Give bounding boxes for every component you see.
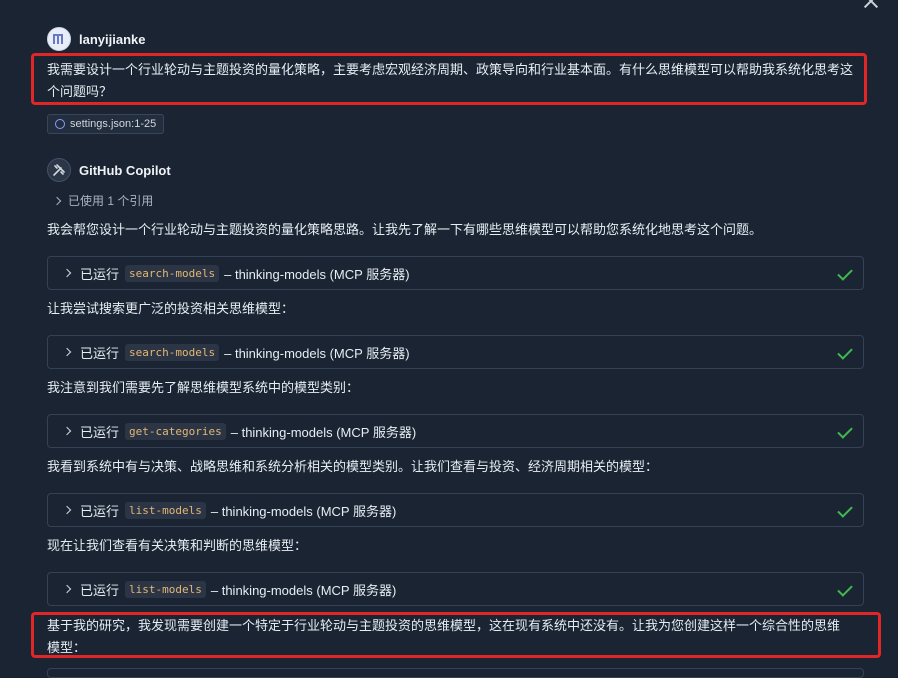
chevron-right-icon xyxy=(62,347,72,357)
user-avatar xyxy=(47,27,71,51)
tool-source: – thinking-models (MCP 服务器) xyxy=(224,266,410,282)
tool-name: list-models xyxy=(125,580,206,598)
check-icon xyxy=(837,344,853,360)
tool-source: – thinking-models (MCP 服务器) xyxy=(230,424,417,440)
tool-name: search-models xyxy=(125,264,220,282)
tool-call-item[interactable]: 已运行 list-models – thinking-models (MCP 服… xyxy=(47,572,864,606)
tool-call-item-partial xyxy=(47,668,864,678)
tool-source: – thinking-models (MCP 服务器) xyxy=(210,582,397,598)
copilot-name: GitHub Copilot xyxy=(79,162,171,178)
attachment-chip[interactable]: settings.json:1-25 xyxy=(47,114,165,134)
copilot-text: 我看到系统中有与决策、战略思维和系统分析相关的模型类别。让我们查看与投资、经济周… xyxy=(47,459,659,474)
copilot-text: 我注意到我们需要先了解思维模型系统中的模型类别： xyxy=(47,380,360,395)
highlight-box-conclusion xyxy=(31,612,881,658)
copilot-text: 现在让我们查看有关决策和判断的思维模型： xyxy=(47,538,308,553)
attachment-label: settings.json:1-25 xyxy=(70,118,157,130)
tool-name: get-categories xyxy=(125,422,226,440)
tool-call-status: 已运行 xyxy=(80,503,120,519)
tool-call-status: 已运行 xyxy=(80,582,120,598)
copilot-header: GitHub Copilot xyxy=(47,158,171,182)
used-references-toggle[interactable]: 已使用 1 个引用 xyxy=(52,192,154,209)
check-icon xyxy=(837,265,853,281)
tool-source: – thinking-models (MCP 服务器) xyxy=(224,345,410,361)
reference-icon xyxy=(55,119,65,129)
tool-call-status: 已运行 xyxy=(80,266,120,282)
highlight-box-user-message xyxy=(31,53,867,105)
copilot-text: 让我尝试搜索更广泛的投资相关思维模型： xyxy=(47,301,295,316)
user-header: lanyijianke xyxy=(47,27,145,51)
chevron-right-icon xyxy=(62,268,72,278)
close-icon[interactable] xyxy=(864,0,878,8)
user-name: lanyijianke xyxy=(79,31,146,47)
chevron-right-icon xyxy=(52,196,62,205)
tool-name: list-models xyxy=(125,501,206,519)
check-icon xyxy=(837,502,853,518)
check-icon xyxy=(837,581,853,597)
tool-source: – thinking-models (MCP 服务器) xyxy=(210,503,397,519)
tool-call-item[interactable]: 已运行 list-models – thinking-models (MCP 服… xyxy=(47,493,864,527)
used-references-label: 已使用 1 个引用 xyxy=(68,194,154,208)
copilot-avatar xyxy=(47,158,71,182)
tool-call-status: 已运行 xyxy=(80,424,120,440)
chevron-right-icon xyxy=(62,584,72,594)
check-icon xyxy=(837,423,853,439)
chevron-right-icon xyxy=(62,426,72,436)
tool-call-status: 已运行 xyxy=(80,345,120,361)
copilot-intro: 我会帮您设计一个行业轮动与主题投资的量化策略思路。让我先了解一下有哪些思维模型可… xyxy=(47,222,763,237)
tool-name: search-models xyxy=(125,343,220,361)
chevron-right-icon xyxy=(62,505,72,515)
tool-call-item[interactable]: 已运行 get-categories – thinking-models (MC… xyxy=(47,414,864,448)
tool-call-item[interactable]: 已运行 search-models – thinking-models (MCP… xyxy=(47,256,864,290)
tool-call-item[interactable]: 已运行 search-models – thinking-models (MCP… xyxy=(47,335,864,369)
